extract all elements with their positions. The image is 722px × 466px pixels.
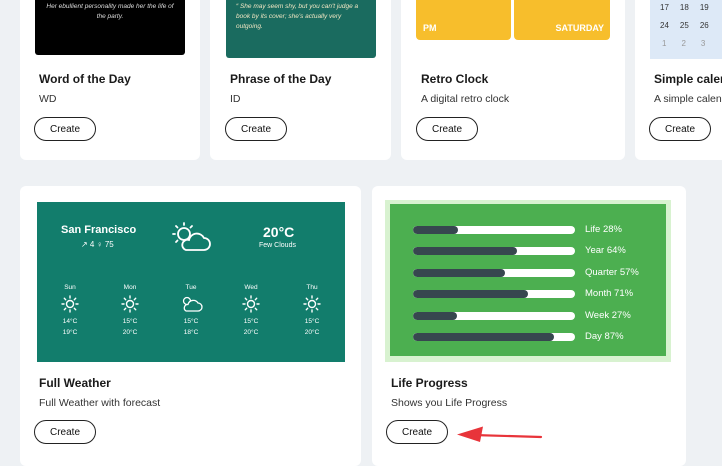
card-title: Phrase of the Day — [230, 72, 332, 86]
card-title: Word of the Day — [39, 72, 131, 86]
forecast-low: 15°C — [304, 318, 320, 325]
create-button-life-progress[interactable]: Create — [386, 420, 448, 444]
calendar-day: 26 — [699, 21, 709, 30]
progress-label: Life 28% — [585, 224, 622, 235]
weather-city: San Francisco — [61, 224, 137, 236]
widget-card-full-weather: San Francisco ↗ 4 ♀ 75 20°C Few Clouds S… — [20, 186, 361, 466]
create-button-simple-calendar[interactable]: Create — [649, 117, 711, 141]
word-of-the-day-thumbnail: Her ebullient personality made her the l… — [35, 0, 185, 55]
card-title: Life Progress — [391, 376, 468, 390]
progress-fill — [413, 290, 529, 298]
sun-icon — [292, 295, 332, 313]
forecast-high: 20°C — [243, 329, 259, 336]
card-description: A simple calen — [654, 93, 722, 105]
progress-track — [413, 290, 575, 298]
forecast-day-name: Tue — [185, 284, 197, 291]
widget-card-phrase-of-the-day: “ She may seem shy, but you can't judge … — [210, 0, 391, 160]
create-button-retro-clock[interactable]: Create — [416, 117, 478, 141]
forecast-high: 20°C — [304, 329, 320, 336]
card-description: ID — [230, 93, 241, 105]
clock-weekday: SATURDAY — [555, 23, 604, 33]
forecast-day: Tue 15°C 18°C — [171, 284, 211, 340]
create-button-word-of-the-day[interactable]: Create — [34, 117, 96, 141]
card-title: Simple calen — [654, 72, 722, 86]
forecast-day: Sun 14°C 19°C — [50, 284, 90, 340]
progress-fill — [413, 333, 554, 341]
progress-track — [413, 226, 575, 234]
forecast-low: 14°C — [62, 318, 78, 325]
forecast-day: Thu 15°C 20°C — [292, 284, 332, 340]
clock-panel-left: PM — [416, 0, 511, 40]
card-title: Retro Clock — [421, 72, 489, 86]
progress-track — [413, 333, 575, 341]
progress-label: Month 71% — [585, 288, 634, 299]
forecast-day-name: Thu — [306, 284, 318, 291]
progress-fill — [413, 226, 459, 234]
card-title: Full Weather — [39, 376, 111, 390]
life-progress-thumbnail: Life 28% Year 64% Quarter 57% Month 71% … — [385, 200, 671, 362]
create-button-phrase-of-the-day[interactable]: Create — [225, 117, 287, 141]
calendar-day: 19 — [699, 3, 709, 12]
word-of-the-day-quote: Her ebullient personality made her the l… — [46, 3, 174, 20]
forecast-high: 18°C — [183, 329, 199, 336]
progress-fill — [413, 269, 506, 277]
weather-wind-humidity: ↗ 4 ♀ 75 — [81, 240, 114, 249]
cloud-icon — [171, 295, 211, 313]
progress-fill — [413, 247, 517, 255]
partly-cloudy-icon — [171, 222, 211, 254]
widget-card-word-of-the-day: Her ebullient personality made her the l… — [20, 0, 200, 160]
progress-label: Day 87% — [585, 331, 624, 342]
card-description: WD — [39, 93, 57, 105]
forecast-high: 20°C — [122, 329, 138, 336]
phrase-of-the-day-quote: “ She may seem shy, but you can't judge … — [236, 3, 359, 30]
calendar-day: 25 — [679, 21, 689, 30]
calendar-thumbnail: 17 18 19 24 25 26 1 2 3 — [650, 0, 722, 59]
forecast-low: 15°C — [243, 318, 259, 325]
card-description: Shows you Life Progress — [391, 397, 508, 409]
life-progress-panel: Life 28% Year 64% Quarter 57% Month 71% … — [390, 204, 666, 356]
forecast-day-name: Mon — [123, 284, 137, 291]
sun-icon — [231, 295, 271, 313]
calendar-day: 18 — [679, 3, 689, 12]
forecast-day-name: Sun — [64, 284, 76, 291]
widget-card-retro-clock: PM SATURDAY Retro Clock A digital retro … — [401, 0, 625, 160]
forecast-low: 15°C — [183, 318, 199, 325]
forecast-day: Mon 15°C 20°C — [110, 284, 150, 340]
create-button-full-weather[interactable]: Create — [34, 420, 96, 444]
weather-thumbnail: San Francisco ↗ 4 ♀ 75 20°C Few Clouds S… — [37, 202, 345, 362]
calendar-day: 1 — [662, 39, 667, 48]
forecast-low: 15°C — [122, 318, 138, 325]
forecast-day-name: Wed — [244, 284, 258, 291]
card-description: Full Weather with forecast — [39, 397, 161, 409]
progress-label: Quarter 57% — [585, 267, 639, 278]
calendar-day: 17 — [660, 3, 669, 12]
card-description: A digital retro clock — [421, 93, 510, 105]
widget-card-life-progress: Life 28% Year 64% Quarter 57% Month 71% … — [372, 186, 686, 466]
sun-icon — [50, 295, 90, 313]
calendar-grid: 17 18 19 24 25 26 1 2 3 — [660, 3, 709, 48]
calendar-day: 3 — [700, 39, 706, 48]
weather-condition: Few Clouds — [259, 242, 296, 249]
sun-icon — [110, 295, 150, 313]
phrase-of-the-day-thumbnail: “ She may seem shy, but you can't judge … — [226, 0, 376, 58]
progress-label: Year 64% — [585, 245, 626, 256]
progress-track — [413, 269, 575, 277]
forecast-high: 19°C — [62, 329, 78, 336]
progress-track — [413, 247, 575, 255]
calendar-day: 24 — [660, 21, 669, 30]
weather-temperature: 20°C — [263, 224, 295, 240]
progress-fill — [413, 312, 457, 320]
widget-card-simple-calendar: 17 18 19 24 25 26 1 2 3 Simple calen A s… — [635, 0, 722, 160]
progress-track — [413, 312, 575, 320]
progress-label: Week 27% — [585, 310, 631, 321]
clock-panel-right: SATURDAY — [514, 0, 610, 40]
calendar-day: 2 — [681, 39, 686, 48]
forecast-day: Wed 15°C 20°C — [231, 284, 271, 340]
clock-ampm: PM — [423, 23, 437, 33]
retro-clock-thumbnail: PM SATURDAY — [416, 0, 610, 40]
annotation-arrow-icon — [455, 426, 545, 448]
